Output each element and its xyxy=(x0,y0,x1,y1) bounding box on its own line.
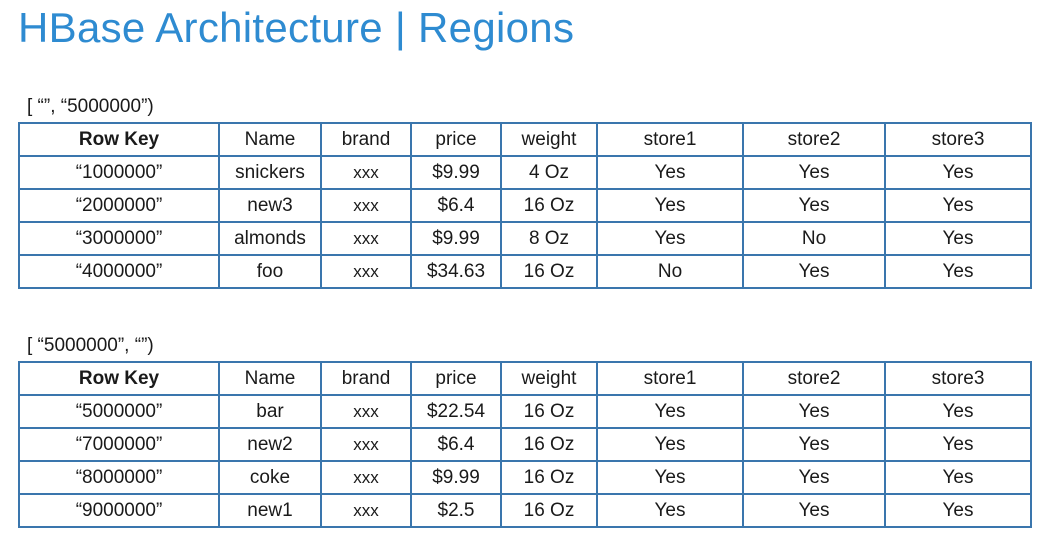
weight-cell: 16 Oz xyxy=(500,460,598,495)
store2-cell: Yes xyxy=(742,460,886,495)
name-cell: new2 xyxy=(218,427,322,462)
name-cell: coke xyxy=(218,460,322,495)
row-key-cell: “7000000” xyxy=(18,427,220,462)
column-header-store1: store1 xyxy=(596,361,744,396)
brand-cell: xxx xyxy=(320,460,412,495)
name-cell: bar xyxy=(218,394,322,429)
row-key-cell: “9000000” xyxy=(18,493,220,528)
table-row: “2000000” new3 xxx $6.4 16 Oz Yes Yes Ye… xyxy=(18,188,1032,223)
column-header-weight: weight xyxy=(500,361,598,396)
table-row: “3000000” almonds xxx $9.99 8 Oz Yes No … xyxy=(18,221,1032,256)
table-row: “4000000” foo xxx $34.63 16 Oz No Yes Ye… xyxy=(18,254,1032,289)
column-header-weight: weight xyxy=(500,122,598,157)
column-header-row-key: Row Key xyxy=(18,361,220,396)
store2-cell: Yes xyxy=(742,254,886,289)
column-header-brand: brand xyxy=(320,361,412,396)
brand-cell: xxx xyxy=(320,254,412,289)
store3-cell: Yes xyxy=(884,221,1032,256)
row-key-cell: “2000000” xyxy=(18,188,220,223)
store3-cell: Yes xyxy=(884,155,1032,190)
store3-cell: Yes xyxy=(884,254,1032,289)
brand-cell: xxx xyxy=(320,493,412,528)
table-row: “8000000” coke xxx $9.99 16 Oz Yes Yes Y… xyxy=(18,460,1032,495)
price-cell: $22.54 xyxy=(410,394,502,429)
price-cell: $6.4 xyxy=(410,188,502,223)
weight-cell: 16 Oz xyxy=(500,394,598,429)
column-header-price: price xyxy=(410,122,502,157)
header-row: Row Key Name brand price weight store1 s… xyxy=(18,122,1032,157)
column-header-row-key: Row Key xyxy=(18,122,220,157)
column-header-store3: store3 xyxy=(884,122,1032,157)
name-cell: snickers xyxy=(218,155,322,190)
column-header-price: price xyxy=(410,361,502,396)
store2-cell: Yes xyxy=(742,394,886,429)
row-key-cell: “4000000” xyxy=(18,254,220,289)
weight-cell: 16 Oz xyxy=(500,493,598,528)
brand-cell: xxx xyxy=(320,188,412,223)
brand-cell: xxx xyxy=(320,394,412,429)
region-range-label: [ “5000000”, “”) xyxy=(27,335,154,356)
region-table: Row Key Name brand price weight store1 s… xyxy=(18,361,1032,528)
weight-cell: 16 Oz xyxy=(500,427,598,462)
header-row: Row Key Name brand price weight store1 s… xyxy=(18,361,1032,396)
column-header-name: Name xyxy=(218,361,322,396)
weight-cell: 16 Oz xyxy=(500,254,598,289)
column-header-store1: store1 xyxy=(596,122,744,157)
store1-cell: Yes xyxy=(596,188,744,223)
store1-cell: Yes xyxy=(596,493,744,528)
price-cell: $9.99 xyxy=(410,221,502,256)
price-cell: $34.63 xyxy=(410,254,502,289)
price-cell: $9.99 xyxy=(410,460,502,495)
store2-cell: Yes xyxy=(742,188,886,223)
store3-cell: Yes xyxy=(884,427,1032,462)
price-cell: $6.4 xyxy=(410,427,502,462)
weight-cell: 16 Oz xyxy=(500,188,598,223)
store3-cell: Yes xyxy=(884,188,1032,223)
row-key-cell: “3000000” xyxy=(18,221,220,256)
row-key-cell: “8000000” xyxy=(18,460,220,495)
column-header-brand: brand xyxy=(320,122,412,157)
name-cell: new1 xyxy=(218,493,322,528)
store3-cell: Yes xyxy=(884,394,1032,429)
row-key-cell: “1000000” xyxy=(18,155,220,190)
store2-cell: No xyxy=(742,221,886,256)
table-row: “7000000” new2 xxx $6.4 16 Oz Yes Yes Ye… xyxy=(18,427,1032,462)
store3-cell: Yes xyxy=(884,460,1032,495)
table-row: “1000000” snickers xxx $9.99 4 Oz Yes Ye… xyxy=(18,155,1032,190)
store2-cell: Yes xyxy=(742,427,886,462)
region-table: Row Key Name brand price weight store1 s… xyxy=(18,122,1032,289)
price-cell: $2.5 xyxy=(410,493,502,528)
column-header-store2: store2 xyxy=(742,361,886,396)
store1-cell: Yes xyxy=(596,394,744,429)
row-key-cell: “5000000” xyxy=(18,394,220,429)
name-cell: new3 xyxy=(218,188,322,223)
weight-cell: 4 Oz xyxy=(500,155,598,190)
brand-cell: xxx xyxy=(320,427,412,462)
store1-cell: Yes xyxy=(596,221,744,256)
column-header-store3: store3 xyxy=(884,361,1032,396)
price-cell: $9.99 xyxy=(410,155,502,190)
store1-cell: Yes xyxy=(596,427,744,462)
column-header-name: Name xyxy=(218,122,322,157)
brand-cell: xxx xyxy=(320,155,412,190)
brand-cell: xxx xyxy=(320,221,412,256)
store1-cell: Yes xyxy=(596,155,744,190)
store1-cell: No xyxy=(596,254,744,289)
table-row: “5000000” bar xxx $22.54 16 Oz Yes Yes Y… xyxy=(18,394,1032,429)
store2-cell: Yes xyxy=(742,493,886,528)
name-cell: foo xyxy=(218,254,322,289)
weight-cell: 8 Oz xyxy=(500,221,598,256)
store2-cell: Yes xyxy=(742,155,886,190)
column-header-store2: store2 xyxy=(742,122,886,157)
table-row: “9000000” new1 xxx $2.5 16 Oz Yes Yes Ye… xyxy=(18,493,1032,528)
store3-cell: Yes xyxy=(884,493,1032,528)
region-range-label: [ “”, “5000000”) xyxy=(27,96,154,117)
page-title: HBase Architecture | Regions xyxy=(18,4,575,51)
store1-cell: Yes xyxy=(596,460,744,495)
name-cell: almonds xyxy=(218,221,322,256)
